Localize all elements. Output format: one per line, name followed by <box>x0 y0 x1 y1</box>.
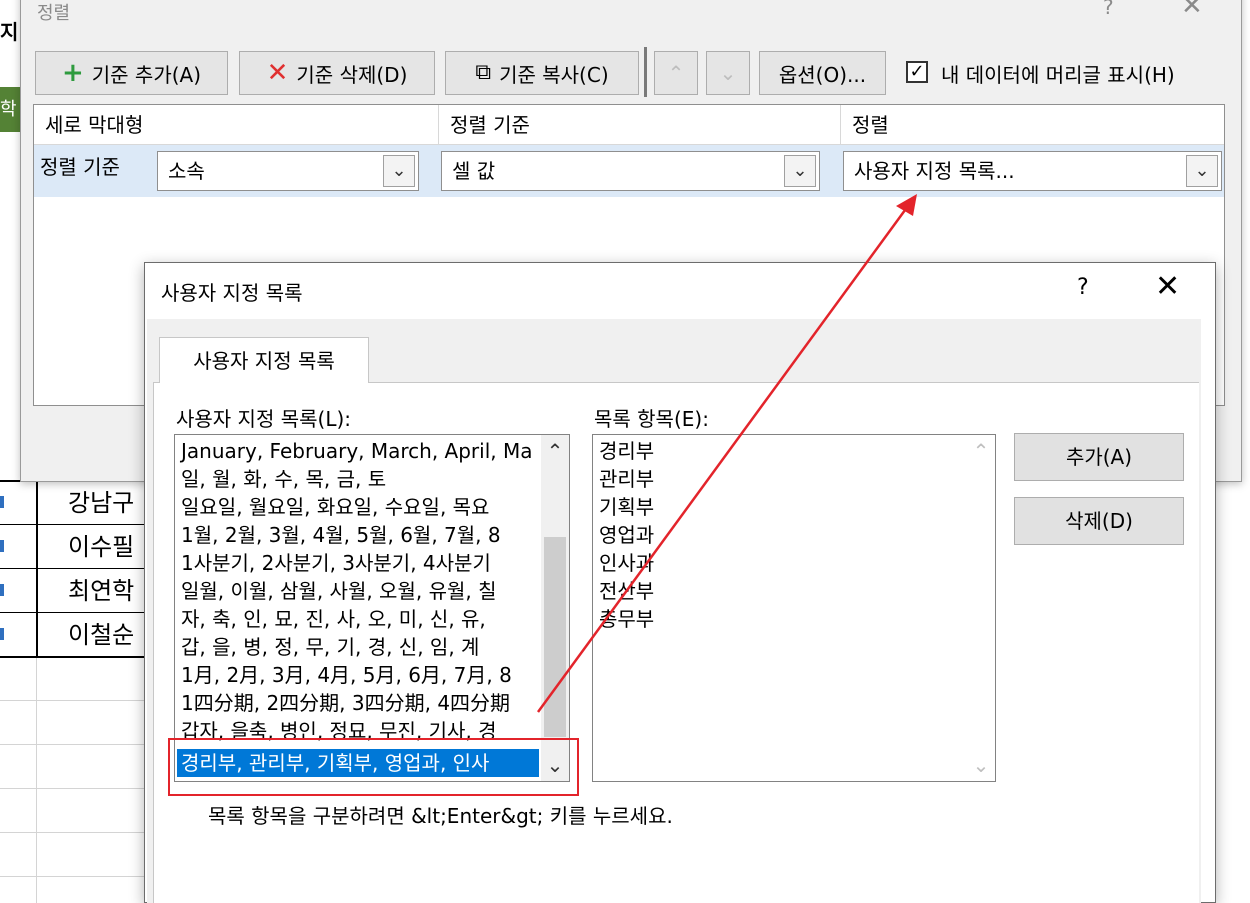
table-border <box>0 568 144 569</box>
chevron-up-icon[interactable]: ⌃ <box>967 437 995 465</box>
cell-marker <box>0 584 4 596</box>
table-cell[interactable]: 이수필 <box>36 526 146 568</box>
options-label: 옵션(O)... <box>778 62 867 87</box>
tab-custom-lists[interactable]: 사용자 지정 목록 <box>159 337 369 383</box>
order-header: 정렬 <box>841 105 1224 145</box>
move-up-button[interactable]: ⌃ <box>654 51 698 95</box>
list-item[interactable]: 일요일, 월요일, 화요일, 수요일, 목요 <box>181 493 489 521</box>
list-item[interactable]: 1사분기, 2사분기, 3사분기, 4사분기 <box>181 549 491 577</box>
has-headers-checkbox[interactable]: ✓ <box>906 61 928 83</box>
list-entries-label: 목록 항목(E): <box>594 407 709 431</box>
custom-lists-listbox[interactable]: January, February, March, April, Ma 일, 월… <box>174 434 570 782</box>
table-cell[interactable]: 강남구 <box>36 482 146 524</box>
column-combo[interactable]: 소속 ⌄ <box>157 151 419 191</box>
scrollbar-thumb[interactable] <box>544 537 566 737</box>
add-level-label: 기준 추가(A) <box>91 62 202 87</box>
table-border <box>0 612 144 613</box>
grid-line <box>0 832 144 833</box>
table-cell[interactable]: 최연학 <box>36 570 146 612</box>
level-row-label: 정렬 기준 <box>34 145 156 197</box>
list-item[interactable]: 일, 월, 화, 수, 목, 금, 토 <box>181 465 386 493</box>
chevron-down-icon: ⌄ <box>719 61 737 85</box>
list-item[interactable]: 1月, 2月, 3月, 4月, 5月, 6月, 7月, 8 <box>181 661 512 689</box>
sort-dialog-title: 정렬 <box>37 3 71 24</box>
chevron-up-icon[interactable]: ⌃ <box>541 437 569 465</box>
move-down-button[interactable]: ⌄ <box>706 51 750 95</box>
custom-lists-label: 사용자 지정 목록(L): <box>176 407 352 431</box>
table-border <box>0 656 144 658</box>
chevron-up-icon: ⌃ <box>667 61 685 85</box>
help-icon[interactable]: ? <box>1077 275 1089 300</box>
list-item[interactable]: 일월, 이월, 삼월, 사월, 오월, 유월, 칠 <box>181 577 497 605</box>
cell-marker <box>0 628 4 640</box>
entry-line: 관리부 <box>599 467 655 491</box>
column-combo-value: 소속 <box>168 159 205 183</box>
chevron-down-icon[interactable]: ⌄ <box>967 751 995 779</box>
chevron-down-icon[interactable]: ⌄ <box>784 155 816 187</box>
copy-icon: ⧉ <box>475 60 492 85</box>
grid-line <box>0 876 144 877</box>
close-icon[interactable]: ✕ <box>1155 269 1180 304</box>
chevron-down-icon[interactable]: ⌄ <box>383 155 415 187</box>
order-combo-value: 사용자 지정 목록... <box>854 159 1015 183</box>
plus-icon: + <box>61 58 84 88</box>
help-icon[interactable]: ? <box>1103 0 1114 19</box>
entry-line: 전산부 <box>599 579 655 603</box>
chevron-down-icon[interactable]: ⌄ <box>1186 155 1218 187</box>
custom-list-dialog-title: 사용자 지정 목록 <box>161 281 303 305</box>
entry-line: 총무부 <box>599 607 655 631</box>
cell-marker <box>0 540 4 552</box>
add-button[interactable]: 추가(A) <box>1014 433 1184 481</box>
grid-line <box>0 788 144 789</box>
entries-scrollbar[interactable]: ⌃ ⌄ <box>967 435 995 781</box>
list-item[interactable]: 1월, 2월, 3월, 4월, 5월, 6월, 7월, 8 <box>181 521 501 549</box>
close-icon[interactable]: ✕ <box>1181 0 1203 21</box>
entry-line: 인사과 <box>599 551 655 575</box>
column-header-fragment: 지 <box>0 20 19 44</box>
grid-line <box>0 700 144 701</box>
cell-marker <box>0 496 4 508</box>
grid-line <box>0 744 144 745</box>
custom-lists-scrollbar[interactable]: ⌃ ⌄ <box>541 435 569 781</box>
column-header: 세로 막대형 <box>34 105 439 145</box>
toolbar-separator <box>644 47 647 97</box>
delete-level-label: 기준 삭제(D) <box>296 62 408 87</box>
list-item[interactable]: 1四分期, 2四分期, 3四分期, 4四分期 <box>181 689 510 717</box>
list-entries-box[interactable]: 경리부 관리부 기획부 영업과 인사과 전산부 총무부 ⌃ ⌄ <box>592 434 996 782</box>
copy-level-label: 기준 복사(C) <box>499 62 609 87</box>
entry-line: 기획부 <box>599 495 655 519</box>
copy-level-button[interactable]: ⧉ 기준 복사(C) <box>445 51 639 95</box>
list-item[interactable]: 자, 축, 인, 묘, 진, 사, 오, 미, 신, 유, <box>181 605 486 633</box>
sort-on-combo[interactable]: 셀 값 ⌄ <box>441 151 820 191</box>
delete-button[interactable]: 삭제(D) <box>1014 497 1184 545</box>
highlight-box <box>168 738 579 796</box>
delete-level-button[interactable]: ✕ 기준 삭제(D) <box>239 51 435 95</box>
sort-on-combo-value: 셀 값 <box>452 159 496 183</box>
has-headers-label: 내 데이터에 머리글 표시(H) <box>941 63 1175 87</box>
options-button[interactable]: 옵션(O)... <box>759 51 886 95</box>
add-level-button[interactable]: + 기준 추가(A) <box>35 51 228 95</box>
entry-line: 영업과 <box>599 523 655 547</box>
delete-x-icon: ✕ <box>266 58 289 88</box>
table-border <box>0 524 144 525</box>
order-combo[interactable]: 사용자 지정 목록... ⌄ <box>843 151 1222 191</box>
list-item[interactable]: January, February, March, April, Ma <box>181 437 533 465</box>
sort-on-header: 정렬 기준 <box>439 105 841 145</box>
hint-text: 목록 항목을 구분하려면 &lt;Enter&gt; 키를 누르세요. <box>208 804 673 828</box>
list-item[interactable]: 갑, 을, 병, 정, 무, 기, 경, 신, 임, 계 <box>181 633 479 661</box>
table-cell[interactable]: 이철순 <box>36 614 146 656</box>
entry-line: 경리부 <box>599 439 655 463</box>
